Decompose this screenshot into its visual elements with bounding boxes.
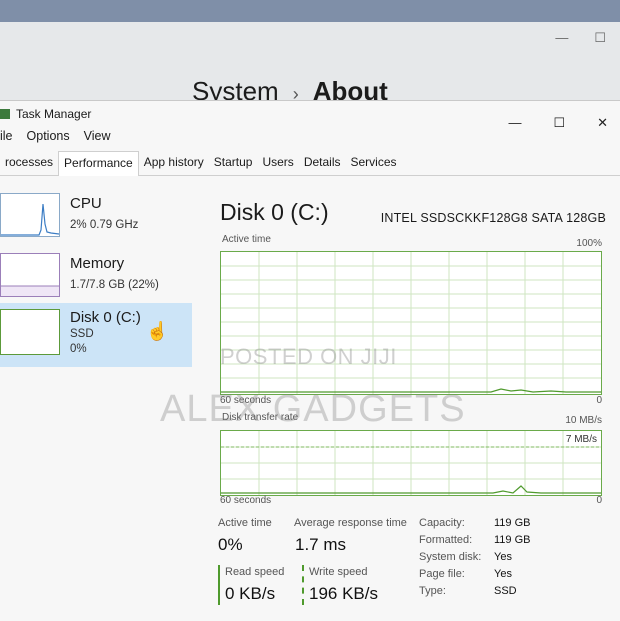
close-button[interactable]: ✕ xyxy=(597,115,608,131)
disk-model: INTEL SSDSCKKF128G8 SATA 128GB xyxy=(380,211,606,225)
active-time-graph-label: Active time xyxy=(222,234,271,245)
read-speed-marker xyxy=(218,565,220,605)
transfer-rate-graph-mid: 7 MB/s xyxy=(565,434,597,445)
capacity-value: 119 GB xyxy=(494,517,531,529)
window-controls: — ☐ ✕ xyxy=(508,115,608,131)
cpu-mini-graph xyxy=(0,193,60,237)
settings-minimize-icon[interactable]: — xyxy=(555,30,568,46)
disk-title: Disk 0 (C:) xyxy=(220,199,329,225)
settings-window: — ☐ System › About xyxy=(0,0,620,110)
menu-bar: ile Options View xyxy=(0,129,110,143)
formatted-value: 119 GB xyxy=(494,534,531,546)
desktop-strip xyxy=(0,0,620,22)
menu-view[interactable]: View xyxy=(84,129,111,143)
page-file-label: Page file: xyxy=(419,568,465,580)
sidebar-disk-type: SSD xyxy=(70,328,94,340)
sidebar-memory-label: Memory xyxy=(70,255,125,272)
transfer-rate-graph-duration: 60 seconds xyxy=(220,495,272,506)
sidebar-item-disk0[interactable]: Disk 0 (C:) SSD 0% ☝ xyxy=(0,303,192,367)
stat-read: 0 KB/s xyxy=(225,584,276,603)
system-disk-label: System disk: xyxy=(419,551,482,563)
tab-users[interactable]: Users xyxy=(257,151,298,175)
minimize-button[interactable]: — xyxy=(508,115,521,131)
menu-file[interactable]: ile xyxy=(0,129,13,143)
transfer-rate-graph: 7 MB/s xyxy=(220,430,602,496)
sidebar-memory-usage: 1.7/7.8 GB (22%) xyxy=(70,279,159,291)
tab-performance[interactable]: Performance xyxy=(58,151,139,176)
tab-app-history[interactable]: App history xyxy=(139,151,209,175)
stat-avg-response-label: Average response time xyxy=(294,517,407,529)
stat-active-time-label: Active time xyxy=(218,517,272,529)
stat-active-time: 0% xyxy=(218,535,243,554)
window-title: Task Manager xyxy=(16,107,92,121)
stat-avg-response: 1.7 ms xyxy=(295,535,347,554)
sidebar-disk-label: Disk 0 (C:) xyxy=(70,309,141,326)
transfer-rate-graph-max: 10 MB/s xyxy=(565,415,602,426)
sidebar-disk-usage: 0% xyxy=(70,343,87,355)
tab-services[interactable]: Services xyxy=(346,151,402,175)
page-file-value: Yes xyxy=(494,568,512,580)
sidebar-item-memory[interactable]: Memory 1.7/7.8 GB (22%) xyxy=(0,245,192,307)
title-bar: Task Manager xyxy=(0,103,91,125)
transfer-rate-graph-zero: 0 xyxy=(596,495,602,506)
sidebar-cpu-usage: 2% 0.79 GHz xyxy=(70,219,139,231)
settings-window-controls: — ☐ xyxy=(555,30,606,46)
stat-read-label: Read speed xyxy=(225,566,285,578)
tab-processes[interactable]: rocesses xyxy=(0,151,58,175)
system-disk-value: Yes xyxy=(494,551,512,563)
type-label: Type: xyxy=(419,585,446,597)
menu-options[interactable]: Options xyxy=(27,129,70,143)
watermark-seller: ALEX GADGETS xyxy=(160,388,466,430)
active-time-graph-max: 100% xyxy=(576,238,602,249)
sidebar-cpu-label: CPU xyxy=(70,195,102,212)
memory-mini-graph xyxy=(0,253,60,297)
formatted-label: Formatted: xyxy=(419,534,473,546)
watermark-posted-on: POSTED ON JIJI xyxy=(220,344,397,369)
disk-stats: Active time 0% Average response time 1.7… xyxy=(218,513,608,613)
task-manager-app-icon xyxy=(0,109,10,119)
active-time-graph xyxy=(220,251,602,395)
write-speed-marker xyxy=(302,565,306,605)
stat-write-label: Write speed xyxy=(309,566,368,578)
tab-bar: rocesses Performance App history Startup… xyxy=(0,151,620,176)
capacity-label: Capacity: xyxy=(419,517,465,529)
tab-details[interactable]: Details xyxy=(299,151,346,175)
maximize-button[interactable]: ☐ xyxy=(553,115,565,131)
hand-cursor-icon: ☝ xyxy=(146,321,169,341)
type-value: SSD xyxy=(494,585,517,597)
tab-startup[interactable]: Startup xyxy=(209,151,258,175)
active-time-graph-zero: 0 xyxy=(596,395,602,406)
disk-mini-graph xyxy=(0,309,60,355)
sidebar-item-cpu[interactable]: CPU 2% 0.79 GHz xyxy=(0,185,192,247)
settings-maximize-icon[interactable]: ☐ xyxy=(594,30,606,46)
stat-write: 196 KB/s xyxy=(309,584,378,603)
